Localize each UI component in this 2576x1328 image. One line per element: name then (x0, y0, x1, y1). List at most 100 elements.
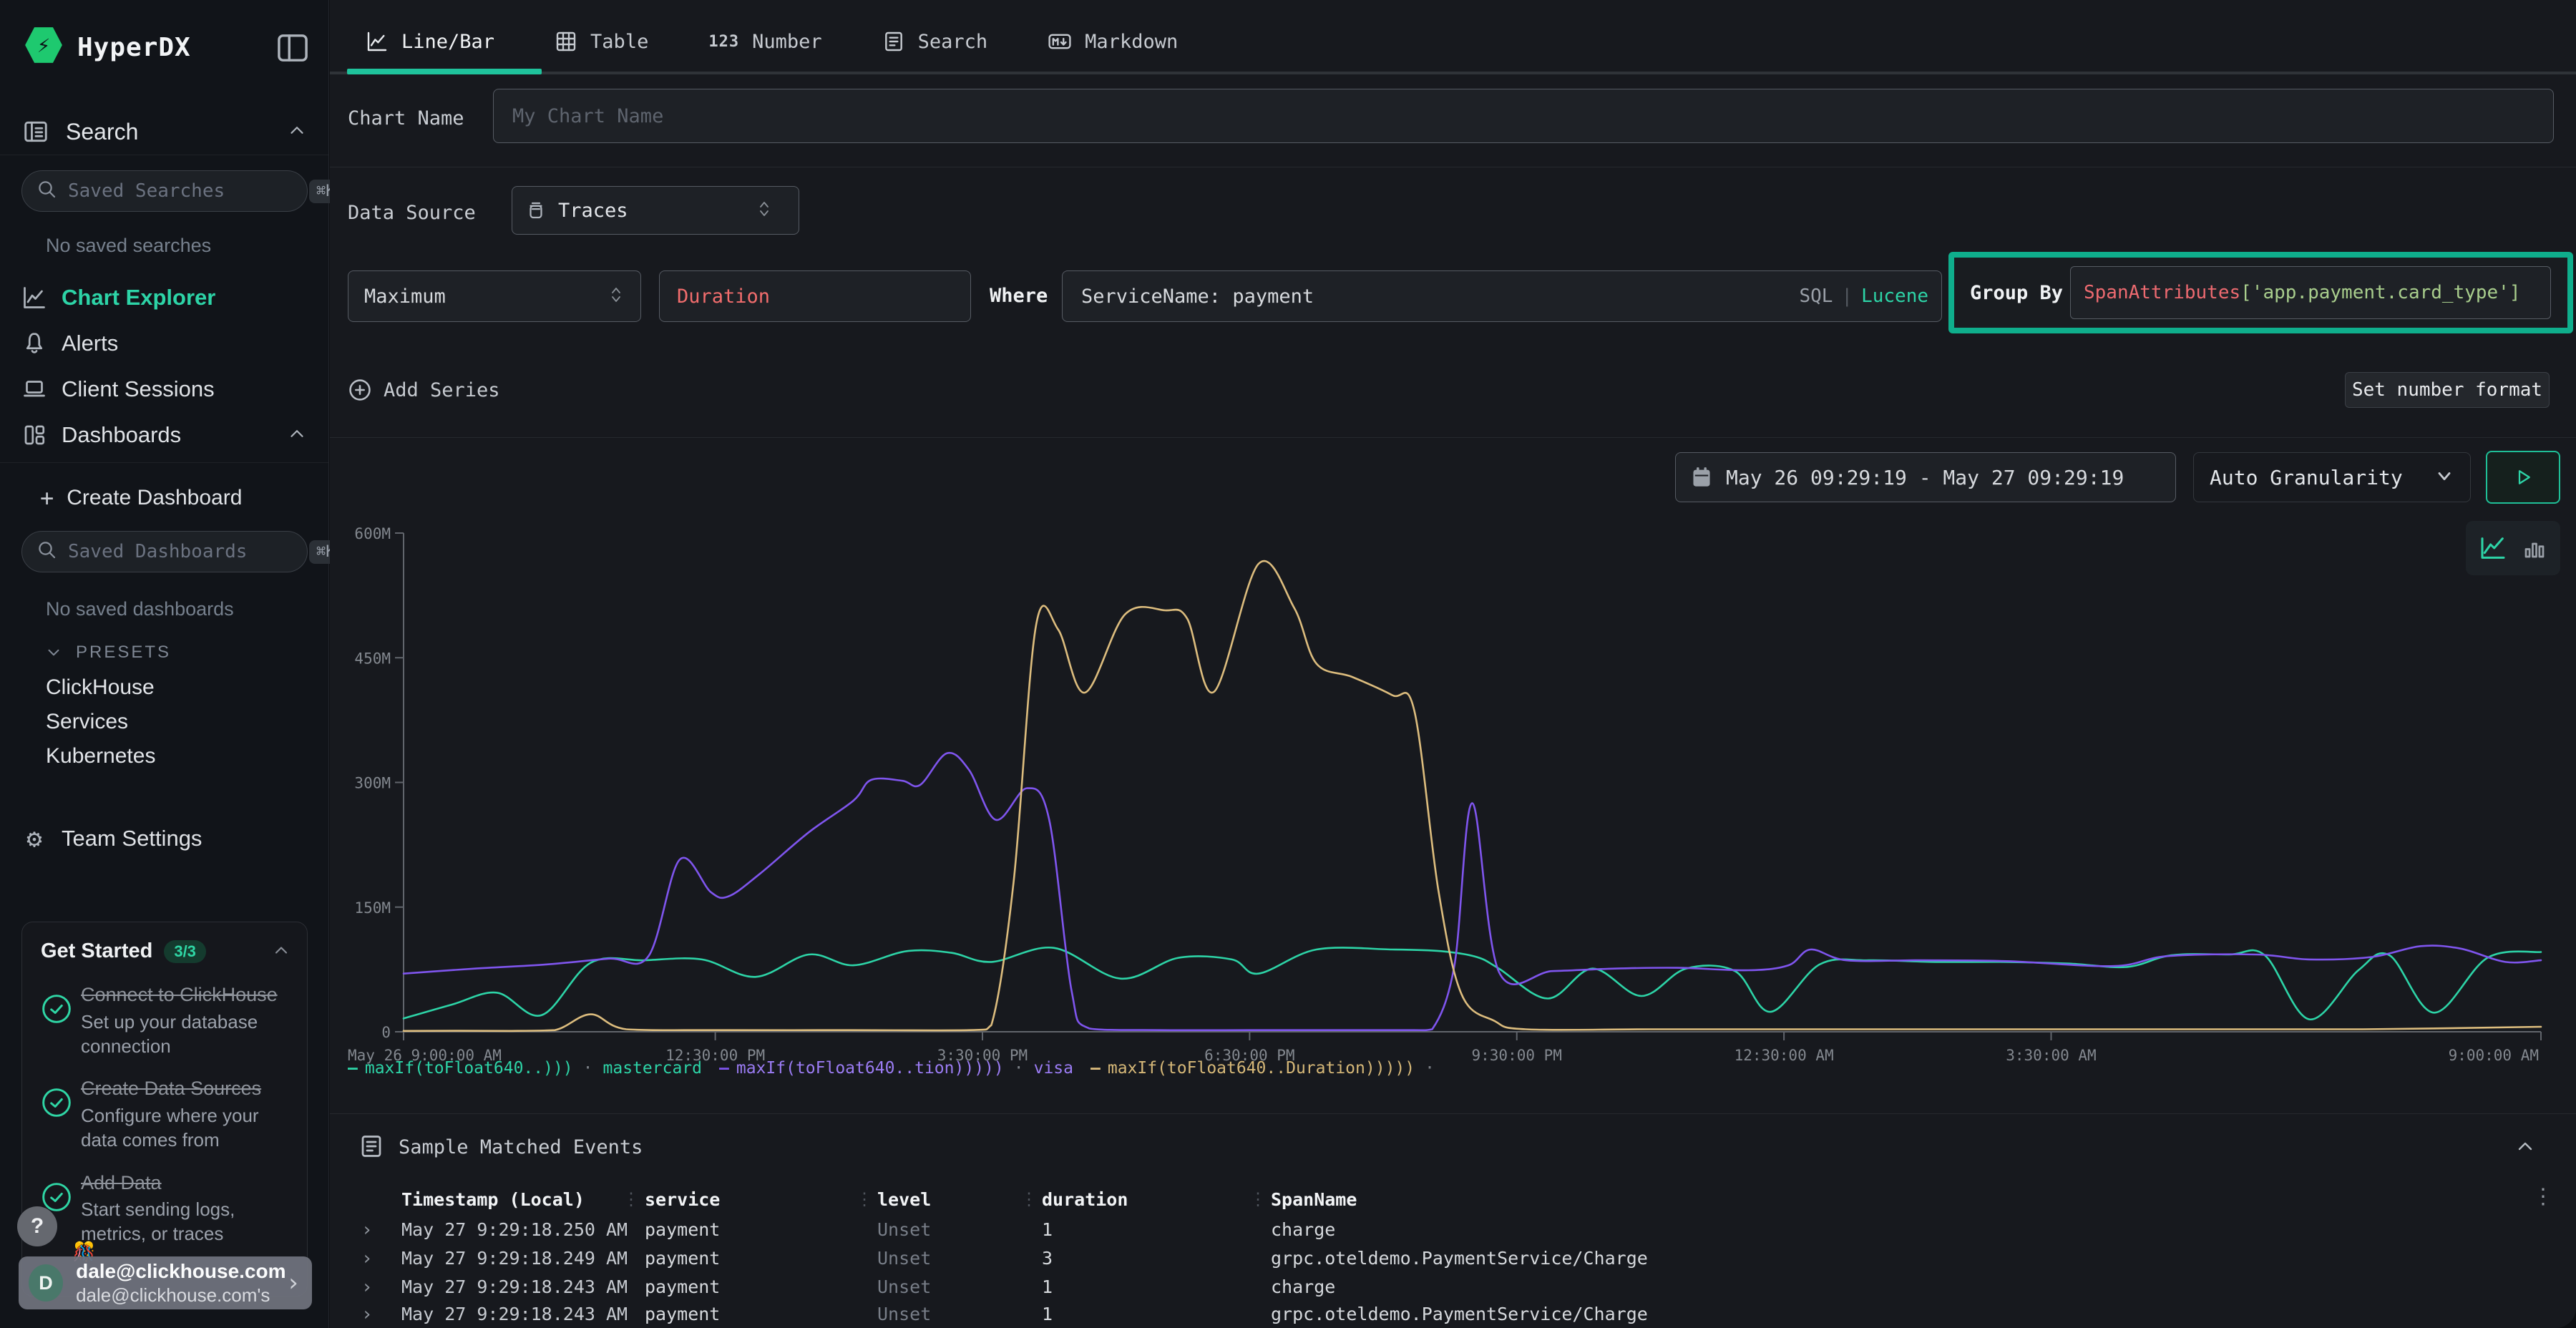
legend-line-icon: — (1091, 1059, 1101, 1078)
cell-level[interactable]: Unset (877, 1248, 931, 1269)
presets-toggle[interactable]: PRESETS (44, 643, 171, 663)
where-input[interactable]: ServiceName: payment SQL | Lucene (1062, 270, 1942, 322)
hyperdx-logo-icon: ⚡ (24, 26, 63, 64)
preset-kubernetes[interactable]: Kubernetes (46, 744, 155, 768)
cell-level[interactable]: Unset (877, 1304, 931, 1324)
lucene-toggle[interactable]: Lucene (1861, 285, 1928, 307)
date-range-input[interactable]: May 26 09:29:19 - May 27 09:29:19 (1675, 452, 2176, 502)
sample-events-title: Sample Matched Events (399, 1136, 643, 1158)
chevron-down-icon (2434, 466, 2454, 489)
tab-search[interactable]: Search (882, 16, 988, 67)
sidebar-item-alerts[interactable]: Alerts (0, 322, 329, 365)
sidebar-item-chart-explorer[interactable]: Chart Explorer (0, 276, 329, 319)
group-by-label: Group By (1970, 282, 2063, 304)
cell-timestamp[interactable]: May 27 9:29:18.250 AM (401, 1219, 628, 1240)
user-menu[interactable]: D dale@clickhouse.com dale@clickhouse.co… (19, 1256, 312, 1309)
col-timestamp[interactable]: Timestamp (Local) (401, 1189, 585, 1210)
field-input[interactable]: Duration (659, 270, 971, 322)
tab-markdown[interactable]: Markdown (1048, 16, 1178, 67)
cell-duration[interactable]: 1 (1042, 1219, 1053, 1240)
main-content: Line/Bar Table 123 Number Search Markdow… (330, 0, 2576, 1328)
svg-text:3:30:00 AM: 3:30:00 AM (2006, 1047, 2096, 1064)
sidebar-item-team-settings[interactable]: ⚙ Team Settings (0, 817, 329, 860)
column-resize-handle[interactable]: ⋮ (1020, 1189, 1038, 1209)
preset-services[interactable]: Services (46, 710, 128, 734)
cell-service[interactable]: payment (645, 1304, 720, 1324)
list-icon (882, 30, 905, 53)
run-query-button[interactable] (2486, 451, 2560, 504)
aggregation-select[interactable]: Maximum (348, 270, 641, 322)
datasource-icon (525, 200, 547, 221)
help-button[interactable]: ? (17, 1206, 57, 1246)
col-spanname[interactable]: SpanName (1271, 1189, 1357, 1210)
svg-text:9:00:00 AM: 9:00:00 AM (2449, 1047, 2539, 1064)
cell-timestamp[interactable]: May 27 9:29:18.249 AM (401, 1248, 628, 1269)
sidebar-collapse-icon[interactable] (276, 33, 309, 66)
user-org: dale@clickhouse.com's (76, 1284, 286, 1307)
expand-row-icon[interactable]: › (361, 1248, 373, 1269)
expand-row-icon[interactable]: › (361, 1219, 373, 1241)
col-level[interactable]: level (877, 1189, 931, 1210)
col-duration[interactable]: duration (1042, 1189, 1128, 1210)
tab-table[interactable]: Table (555, 16, 648, 67)
cell-spanname[interactable]: grpc.oteldemo.PaymentService/Charge (1271, 1304, 1648, 1324)
chevron-up-icon[interactable] (271, 940, 291, 963)
set-number-format-button[interactable]: Set number format (2345, 372, 2550, 408)
column-resize-handle[interactable]: ⋮ (623, 1189, 640, 1209)
legend-entry[interactable]: — maxIf(toFloat640..))) · mastercard (348, 1059, 702, 1078)
cell-duration[interactable]: 1 (1042, 1304, 1053, 1324)
cell-duration[interactable]: 1 (1042, 1276, 1053, 1297)
table-menu-icon[interactable]: ⋮ (2532, 1186, 2554, 1208)
preset-clickhouse[interactable]: ClickHouse (46, 675, 155, 700)
get-started-title: Get Started (41, 939, 152, 963)
expand-row-icon[interactable]: › (361, 1304, 373, 1325)
collapse-panel-icon[interactable] (2514, 1135, 2537, 1161)
get-started-item[interactable]: Create Data Sources Configure where your… (22, 1064, 307, 1158)
cell-level[interactable]: Unset (877, 1276, 931, 1297)
cell-duration[interactable]: 3 (1042, 1248, 1053, 1269)
cell-spanname[interactable]: charge (1271, 1219, 1335, 1240)
saved-searches-input[interactable]: ⌘K (21, 170, 308, 212)
column-resize-handle[interactable]: ⋮ (1249, 1189, 1267, 1209)
chart-name-field[interactable] (494, 89, 2553, 142)
list-icon (358, 1133, 384, 1162)
search-icon (36, 540, 58, 564)
svg-text:600M: 600M (354, 525, 391, 542)
cell-spanname[interactable]: grpc.oteldemo.PaymentService/Charge (1271, 1248, 1648, 1269)
expand-row-icon[interactable]: › (361, 1276, 373, 1298)
tab-line-bar[interactable]: Line/Bar (366, 16, 494, 67)
timeseries-chart[interactable]: 0150M300M450M600MMay 26 9:00:00 AM12:30:… (330, 514, 2576, 1086)
chart-legend: — maxIf(toFloat640..))) · mastercard — m… (348, 1059, 1455, 1078)
legend-entry[interactable]: — maxIf(toFloat640..Duration))))) · (1091, 1059, 1445, 1078)
sql-toggle[interactable]: SQL (1799, 285, 1833, 307)
tab-number[interactable]: 123 Number (708, 16, 821, 67)
sidebar-section-search[interactable]: Search (0, 112, 329, 152)
group-by-input[interactable]: SpanAttributes['app.payment.card_type'] (2070, 266, 2551, 319)
sidebar-item-client-sessions[interactable]: Client Sessions (0, 368, 329, 411)
get-started-item[interactable]: Add Data Start sending logs, metrics, or… (22, 1158, 307, 1252)
cell-timestamp[interactable]: May 27 9:29:18.243 AM (401, 1304, 628, 1324)
cell-service[interactable]: payment (645, 1219, 720, 1240)
cell-service[interactable]: payment (645, 1248, 720, 1269)
sidebar-item-dashboards[interactable]: Dashboards (0, 414, 329, 456)
add-series-button[interactable]: Add Series (348, 378, 500, 402)
create-dashboard-button[interactable]: + Create Dashboard (0, 478, 329, 518)
granularity-select[interactable]: Auto Granularity (2193, 452, 2471, 502)
plus-icon: + (40, 484, 54, 512)
cell-spanname[interactable]: charge (1271, 1276, 1335, 1297)
chevron-down-icon (44, 643, 63, 662)
legend-entry[interactable]: — maxIf(toFloat640..tion))))) · visa (719, 1059, 1073, 1078)
chart-name-input[interactable] (493, 89, 2554, 143)
column-resize-handle[interactable]: ⋮ (856, 1189, 873, 1209)
saved-searches-field[interactable] (68, 180, 309, 202)
saved-dashboards-input[interactable]: ⌘K (21, 531, 308, 572)
data-source-select[interactable]: Traces (512, 186, 799, 235)
get-started-item[interactable]: Connect to ClickHouse Set up your databa… (22, 970, 307, 1064)
cell-level[interactable]: Unset (877, 1219, 931, 1240)
cell-timestamp[interactable]: May 27 9:29:18.243 AM (401, 1276, 628, 1297)
user-email: dale@clickhouse.com (76, 1260, 286, 1283)
cell-service[interactable]: payment (645, 1276, 720, 1297)
col-service[interactable]: service (645, 1189, 720, 1210)
gear-icon: ⚙ (20, 824, 49, 854)
saved-dashboards-field[interactable] (68, 541, 309, 562)
